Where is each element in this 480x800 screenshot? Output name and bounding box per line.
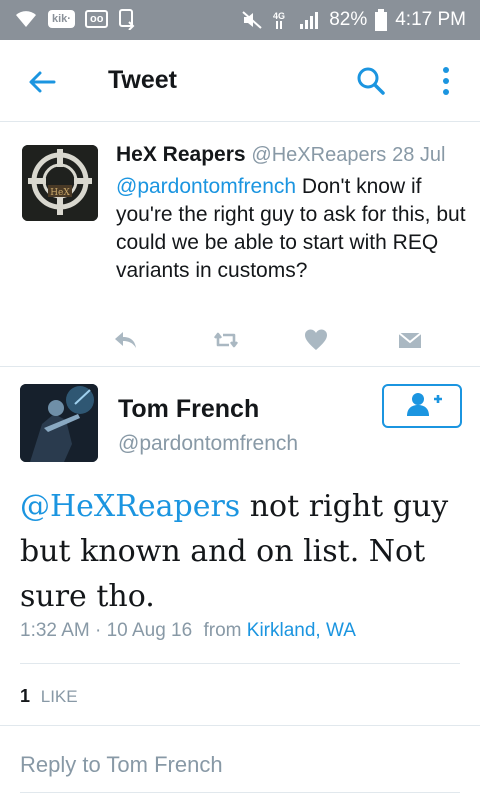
author-name[interactable]: HeX Reapers [116, 143, 246, 166]
like-heart-icon[interactable] [302, 326, 330, 354]
battery-icon [375, 9, 388, 31]
tweet-text: @pardontomfrench Don't know if you're th… [116, 173, 466, 285]
retweet-icon[interactable] [212, 326, 240, 354]
back-arrow-icon[interactable] [26, 66, 58, 98]
divider [0, 725, 480, 726]
add-user-icon [407, 393, 442, 416]
meta-separator: · [95, 620, 102, 641]
signal-icon [300, 12, 319, 29]
wifi-icon [16, 11, 36, 27]
svg-text:4G: 4G [273, 11, 285, 21]
app-toolbar: Tweet [0, 40, 480, 122]
location-link[interactable]: Kirkland, WA [247, 620, 356, 641]
like-count-label: LIKE [40, 687, 78, 706]
tweet-header: HeX Reapers @HeXReapers 28 Jul [116, 143, 445, 167]
author-handle[interactable]: @HeXReapers [251, 144, 386, 166]
divider [20, 663, 460, 664]
battery-percentage: 82% [329, 9, 368, 30]
mention-link[interactable]: @pardontomfrench [116, 175, 296, 198]
tweet-time: 1:32 AM [20, 620, 90, 641]
tweet-date: 10 Aug 16 [106, 620, 193, 641]
hex-reapers-avatar[interactable]: HeX [22, 145, 98, 221]
like-count-value: 1 [20, 686, 31, 706]
tweet-metadata: 1:32 AM · 10 Aug 16 from Kirkland, WA [20, 620, 356, 642]
follow-button[interactable] [382, 384, 462, 428]
page-title: Tweet [108, 66, 177, 94]
svg-text:HeX: HeX [50, 188, 70, 198]
tom-french-avatar[interactable] [20, 384, 98, 462]
tweet-actions [0, 326, 480, 356]
voicemail-icon: oo [84, 10, 109, 28]
download-icon [119, 9, 135, 30]
mention-link[interactable]: @HeXReapers [20, 489, 240, 524]
search-icon[interactable] [354, 64, 388, 98]
reply-input-underline [20, 792, 460, 793]
from-label: from [203, 620, 242, 641]
status-bar: kik· oo 4G 82% 4:17 PM [0, 0, 480, 40]
clock: 4:17 PM [395, 9, 466, 30]
tweet-text: @HeXReapers not right guy but known and … [20, 484, 460, 619]
author-name[interactable]: Tom French [118, 395, 259, 424]
reply-input[interactable]: Reply to Tom French [20, 752, 223, 778]
tweet-date: 28 Jul [392, 144, 446, 166]
author-handle[interactable]: @pardontomfrench [118, 432, 298, 456]
reply-icon[interactable] [112, 326, 140, 354]
network-icon: 4G [273, 11, 285, 29]
mute-icon [242, 11, 262, 29]
more-options-icon[interactable] [436, 64, 456, 98]
kik-notification-icon: kik· [48, 10, 75, 28]
direct-message-icon[interactable] [396, 326, 424, 354]
likes-count[interactable]: 1 LIKE [20, 686, 78, 707]
parent-tweet[interactable]: HeX HeX Reapers @HeXReapers 28 Jul @pard… [0, 123, 480, 367]
